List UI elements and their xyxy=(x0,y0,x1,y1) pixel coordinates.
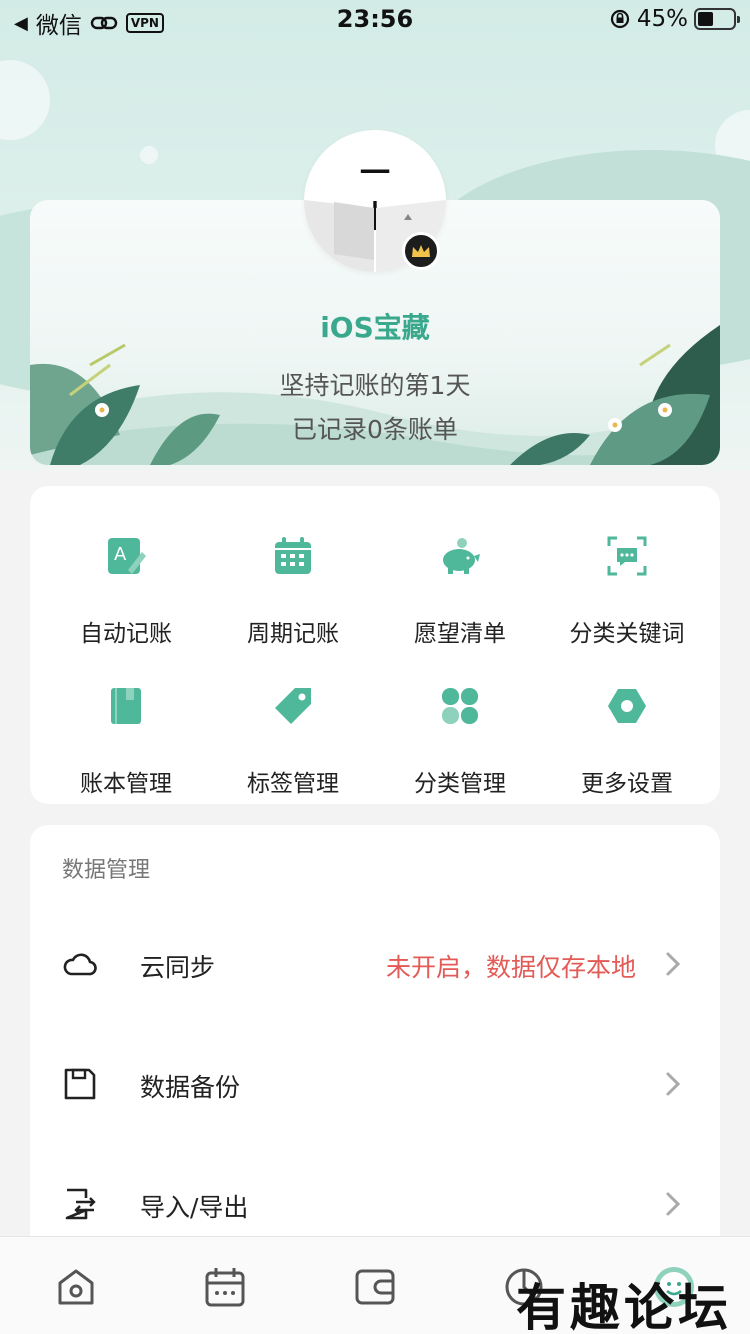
save-icon xyxy=(64,1068,96,1100)
sync-status: 未开启，数据仅存本地 xyxy=(385,953,636,982)
feature-label: 自动记账 xyxy=(80,621,172,647)
svg-text:A: A xyxy=(114,544,127,565)
feature-category-keywords[interactable]: 分类关键词 xyxy=(541,516,713,647)
piggy-bank-icon xyxy=(443,538,480,574)
feature-tag-management[interactable]: 标签管理 xyxy=(207,666,379,797)
row-label: 导入/导出 xyxy=(140,1193,249,1222)
feature-label: 愿望清单 xyxy=(414,621,506,647)
cloud-icon xyxy=(63,953,97,976)
chevron-right-icon xyxy=(666,1192,681,1216)
category-grid-icon xyxy=(442,688,478,724)
home-icon[interactable] xyxy=(52,1263,100,1311)
data-backup-row[interactable]: 数据备份 xyxy=(30,1030,720,1140)
feature-grid: A 自动记账 周期记账 愿望清单 分类关键词 账本管理 标签管理 分类管理 更多… xyxy=(30,486,720,804)
battery-icon xyxy=(694,8,740,30)
watermark: 有趣论坛 xyxy=(516,1278,732,1334)
feature-periodic[interactable]: 周期记账 xyxy=(207,516,379,647)
days-streak: 坚持记账的第1天 xyxy=(279,371,471,400)
chevron-right-icon xyxy=(666,1072,681,1096)
calendar-tab-icon[interactable] xyxy=(201,1263,249,1311)
tag-icon xyxy=(275,688,311,724)
feature-label: 分类关键词 xyxy=(569,621,685,647)
feature-label: 标签管理 xyxy=(247,771,339,797)
chevron-right-icon xyxy=(666,952,681,976)
feature-more-settings[interactable]: 更多设置 xyxy=(541,666,713,797)
row-label: 云同步 xyxy=(140,953,216,982)
username: iOS宝藏 xyxy=(320,311,430,344)
status-bar: ◀ 微信 VPN 23:56 45% xyxy=(0,0,750,40)
section-title: 数据管理 xyxy=(62,858,151,883)
feature-wishlist[interactable]: 愿望清单 xyxy=(374,516,546,647)
status-right: 45% xyxy=(609,6,740,32)
calendar-icon xyxy=(275,537,311,574)
ledger-book-icon xyxy=(111,688,141,724)
feature-category-management[interactable]: 分类管理 xyxy=(374,666,546,797)
wallet-icon[interactable] xyxy=(351,1263,399,1311)
feature-ledger-management[interactable]: 账本管理 xyxy=(40,666,212,797)
import-export-icon xyxy=(65,1188,96,1220)
vip-crown-icon xyxy=(402,232,440,270)
data-management-card: 数据管理 云同步 未开启，数据仅存本地 数据备份 导入/导出 xyxy=(30,825,720,1265)
settings-hexagon-icon xyxy=(608,689,646,723)
feature-label: 分类管理 xyxy=(414,771,506,797)
record-count: 已记录0条账单 xyxy=(292,415,458,444)
feature-label: 周期记账 xyxy=(247,621,339,647)
row-label: 数据备份 xyxy=(140,1073,241,1102)
cloud-sync-row[interactable]: 云同步 未开启，数据仅存本地 xyxy=(30,910,720,1020)
battery-percent: 45% xyxy=(636,6,688,32)
feature-label: 账本管理 xyxy=(80,771,172,797)
feature-label: 更多设置 xyxy=(581,771,673,797)
auto-entry-icon: A xyxy=(108,538,146,574)
feature-auto-entry[interactable]: A 自动记账 xyxy=(40,516,212,647)
keyword-scan-icon xyxy=(607,536,647,576)
rotation-lock-icon xyxy=(610,9,629,29)
